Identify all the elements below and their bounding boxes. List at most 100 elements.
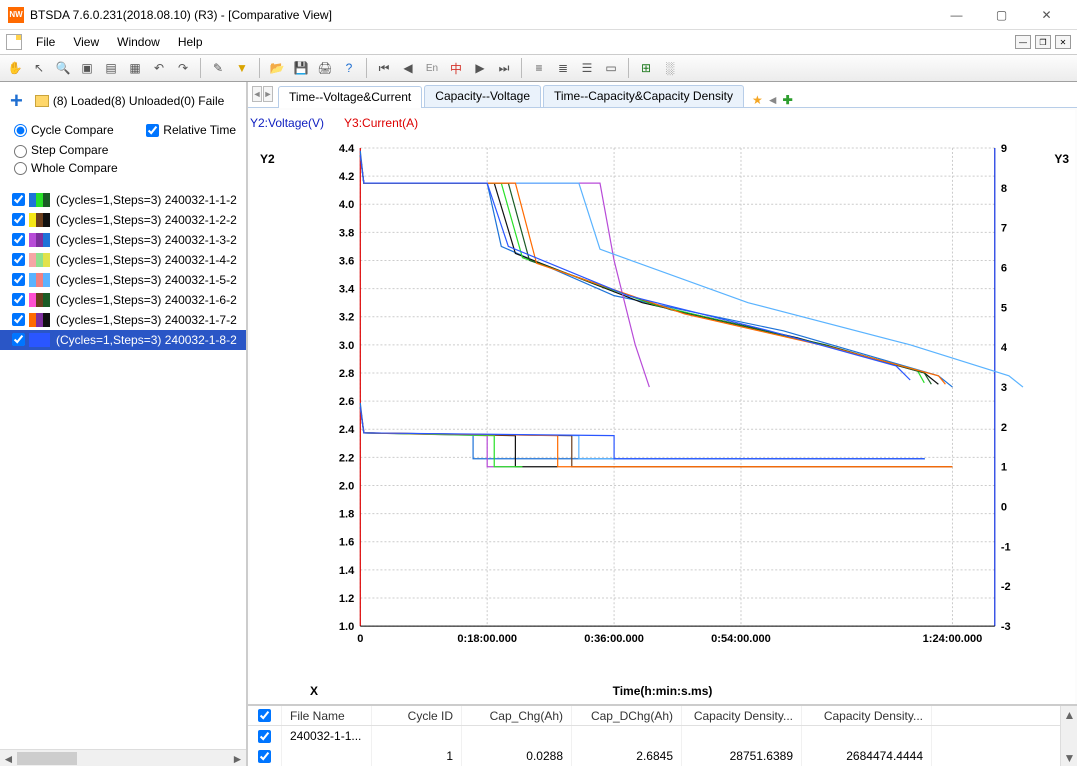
menu-window[interactable]: Window <box>109 32 168 52</box>
row-checkbox[interactable] <box>258 750 271 763</box>
step-compare-radio[interactable]: Step Compare <box>14 143 236 157</box>
scroll-left-icon[interactable]: ◄ <box>0 750 17 767</box>
svg-text:9: 9 <box>1001 143 1007 155</box>
row-checkbox[interactable] <box>258 730 271 743</box>
align2-icon[interactable]: ≣ <box>552 57 574 79</box>
file-label: (Cycles=1,Steps=3) 240032-1-3-2 <box>56 233 237 247</box>
table-header: File Name Cycle ID Cap_Chg(Ah) Cap_DChg(… <box>248 706 1060 726</box>
toolbar: ✋ ↖ 🔍 ▣ ▤ ▦ ↶ ↷ ✎ ▼ 📂 💾 🖨 ? ⏮ ◀ En 中 ▶ ⏭… <box>0 54 1077 82</box>
scroll-thumb[interactable] <box>17 752 77 765</box>
file-row[interactable]: (Cycles=1,Steps=3) 240032-1-5-2 <box>0 270 246 290</box>
lang-cn-icon[interactable]: 中 <box>445 57 467 79</box>
file-row[interactable]: (Cycles=1,Steps=3) 240032-1-8-2 <box>0 330 246 350</box>
layout2-icon[interactable]: ▦ <box>124 57 146 79</box>
file-row[interactable]: (Cycles=1,Steps=3) 240032-1-6-2 <box>0 290 246 310</box>
minimize-button[interactable]: — <box>934 1 979 29</box>
align3-icon[interactable]: ☰ <box>576 57 598 79</box>
help-icon[interactable]: ? <box>338 57 360 79</box>
file-row[interactable]: (Cycles=1,Steps=3) 240032-1-2-2 <box>0 210 246 230</box>
mdi-restore-button[interactable]: ❐ <box>1035 35 1051 49</box>
svg-text:3.2: 3.2 <box>339 312 354 324</box>
redo-icon[interactable]: ↷ <box>172 57 194 79</box>
file-label: (Cycles=1,Steps=3) 240032-1-5-2 <box>56 273 237 287</box>
next-icon[interactable]: ▶ <box>469 57 491 79</box>
lang-en-icon[interactable]: En <box>421 57 443 79</box>
layout1-icon[interactable]: ▤ <box>100 57 122 79</box>
whole-compare-radio[interactable]: Whole Compare <box>14 161 236 175</box>
tab-capacity-voltage[interactable]: Capacity--Voltage <box>424 85 541 107</box>
svg-text:1.0: 1.0 <box>339 621 354 633</box>
scroll-down-icon[interactable]: ▼ <box>1061 749 1077 766</box>
table-row[interactable]: 240032-1-1... <box>248 726 1060 746</box>
first-icon[interactable]: ⏮ <box>373 57 395 79</box>
file-checkbox[interactable] <box>12 233 25 246</box>
add-tab-icon[interactable]: ✚ <box>783 93 793 107</box>
tab-strip: ◄► Time--Voltage&Current Capacity--Volta… <box>248 82 1077 108</box>
th-density2[interactable]: Capacity Density... <box>802 706 932 725</box>
mdi-close-button[interactable]: ✕ <box>1055 35 1071 49</box>
last-icon[interactable]: ⏭ <box>493 57 515 79</box>
file-checkbox[interactable] <box>12 293 25 306</box>
file-checkbox[interactable] <box>12 193 25 206</box>
filter-icon[interactable]: ▼ <box>231 57 253 79</box>
file-checkbox[interactable] <box>12 213 25 226</box>
mdi-minimize-button[interactable]: — <box>1015 35 1031 49</box>
barcode-icon[interactable]: ░ <box>659 57 681 79</box>
th-capdchg[interactable]: Cap_DChg(Ah) <box>572 706 682 725</box>
svg-text:4.4: 4.4 <box>339 143 355 155</box>
file-checkbox[interactable] <box>12 273 25 286</box>
app-icon: NW <box>8 7 24 23</box>
file-checkbox[interactable] <box>12 253 25 266</box>
scroll-right-icon[interactable]: ► <box>229 750 246 767</box>
close-button[interactable]: ✕ <box>1024 1 1069 29</box>
plot[interactable]: 1.01.21.41.61.82.02.22.42.62.83.03.23.43… <box>320 138 1025 656</box>
th-cycleid[interactable]: Cycle ID <box>372 706 462 725</box>
tab-nav-right-icon[interactable]: ► <box>263 86 273 102</box>
file-row[interactable]: (Cycles=1,Steps=3) 240032-1-4-2 <box>0 250 246 270</box>
tab-nav2-left-icon[interactable]: ◄ <box>767 93 779 107</box>
file-checkbox[interactable] <box>12 333 25 346</box>
favorite-icon[interactable]: ★ <box>752 93 763 107</box>
th-capchg[interactable]: Cap_Chg(Ah) <box>462 706 572 725</box>
sidebar-scrollbar[interactable]: ◄ ► <box>0 749 246 766</box>
align1-icon[interactable]: ≡ <box>528 57 550 79</box>
th-filename[interactable]: File Name <box>282 706 372 725</box>
tab-time-voltage-current[interactable]: Time--Voltage&Current <box>278 86 422 108</box>
excel-icon[interactable]: ⊞ <box>635 57 657 79</box>
th-density1[interactable]: Capacity Density... <box>682 706 802 725</box>
svg-text:3: 3 <box>1001 382 1007 394</box>
svg-text:0: 0 <box>357 633 363 645</box>
cycle-compare-radio[interactable]: Cycle Compare <box>14 123 114 137</box>
svg-text:3.6: 3.6 <box>339 256 354 268</box>
menu-file[interactable]: File <box>28 32 63 52</box>
table-row[interactable]: 1 0.0288 2.6845 28751.6389 2684474.4444 <box>248 746 1060 766</box>
window-title: BTSDA 7.6.0.231(2018.08.10) (R3) - [Comp… <box>30 8 934 22</box>
scroll-up-icon[interactable]: ▲ <box>1061 706 1077 723</box>
file-row[interactable]: (Cycles=1,Steps=3) 240032-1-3-2 <box>0 230 246 250</box>
maximize-button[interactable]: ▢ <box>979 1 1024 29</box>
file-row[interactable]: (Cycles=1,Steps=3) 240032-1-7-2 <box>0 310 246 330</box>
data-table: File Name Cycle ID Cap_Chg(Ah) Cap_DChg(… <box>248 704 1077 766</box>
hand-tool-icon[interactable]: ✋ <box>4 57 26 79</box>
pointer-tool-icon[interactable]: ↖ <box>28 57 50 79</box>
print-icon[interactable]: 🖨 <box>314 57 336 79</box>
align4-icon[interactable]: ▭ <box>600 57 622 79</box>
prev-icon[interactable]: ◀ <box>397 57 419 79</box>
zoom-in-icon[interactable]: 🔍 <box>52 57 74 79</box>
file-checkbox[interactable] <box>12 313 25 326</box>
undo-icon[interactable]: ↶ <box>148 57 170 79</box>
table-scrollbar[interactable]: ▲ ▼ <box>1060 706 1077 766</box>
save-icon[interactable]: 💾 <box>290 57 312 79</box>
svg-text:1.4: 1.4 <box>339 565 355 577</box>
zoom-fit-icon[interactable]: ▣ <box>76 57 98 79</box>
add-file-icon[interactable]: + <box>10 90 23 112</box>
file-row[interactable]: (Cycles=1,Steps=3) 240032-1-1-2 <box>0 190 246 210</box>
menu-view[interactable]: View <box>65 32 107 52</box>
tab-nav-left-icon[interactable]: ◄ <box>252 86 262 102</box>
open-icon[interactable]: 📂 <box>266 57 288 79</box>
menu-help[interactable]: Help <box>170 32 211 52</box>
tab-time-capacity-density[interactable]: Time--Capacity&Capacity Density <box>543 85 744 107</box>
header-checkbox[interactable] <box>258 709 271 722</box>
relative-time-checkbox[interactable]: Relative Time <box>146 123 236 137</box>
wand-icon[interactable]: ✎ <box>207 57 229 79</box>
